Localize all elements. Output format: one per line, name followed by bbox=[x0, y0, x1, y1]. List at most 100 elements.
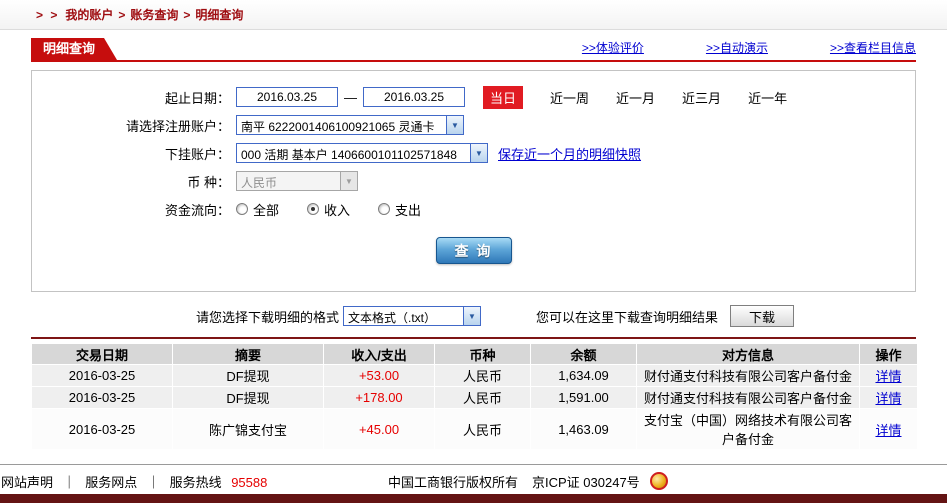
header-summary: 摘要 bbox=[173, 344, 323, 364]
flow-label: 资金流向： bbox=[164, 202, 230, 218]
cell-currency: 人民币 bbox=[462, 391, 502, 406]
breadcrumb-item-detail-query[interactable]: 明细查询 bbox=[195, 6, 243, 23]
cell-currency: 人民币 bbox=[462, 422, 502, 438]
range-month-button[interactable]: 近一月 bbox=[616, 88, 655, 107]
date-separator: — bbox=[344, 89, 357, 105]
security-badge-icon[interactable] bbox=[649, 471, 668, 490]
footer-row: 网站声明 ｜ 服务网点 ｜ 服务热线 95588 中国工商银行版权所有 京ICP… bbox=[0, 465, 947, 494]
link-experience-rating[interactable]: >>体验评价 bbox=[582, 39, 644, 56]
transaction-table: 交易日期 摘要 收入/支出 币种 余额 对方信息 操作 2016-03-25 D… bbox=[31, 343, 918, 450]
sub-account-select[interactable]: 000 活期 基本户 1406600101102571848 ▼ bbox=[236, 143, 488, 163]
chevron-down-icon: ▼ bbox=[340, 172, 357, 190]
chevron-down-icon: ▼ bbox=[470, 144, 487, 162]
download-format-select[interactable]: 文本格式（.txt） ▼ bbox=[343, 306, 482, 326]
header-links: >>体验评价 >>自动演示 >>查看栏目信息 bbox=[582, 39, 916, 60]
cell-summary: DF提现 bbox=[226, 369, 270, 384]
range-year-button[interactable]: 近一年 bbox=[748, 88, 787, 107]
breadcrumb-separator: > bbox=[183, 7, 191, 22]
download-hint: 您可以在这里下载查询明细结果 bbox=[536, 309, 719, 325]
radio-icon bbox=[378, 203, 391, 215]
page: > > 我的账户 > 账务查询 > 明细查询 明细查询 >>体验评价 >>自动演… bbox=[0, 0, 947, 503]
footer-hotline-label: 服务热线 bbox=[169, 475, 222, 490]
cell-transaction-date: 2016-03-25 bbox=[68, 421, 136, 437]
footer: 网站声明 ｜ 服务网点 ｜ 服务热线 95588 中国工商银行版权所有 京ICP… bbox=[0, 464, 947, 503]
chevron-down-icon: ▼ bbox=[463, 307, 481, 325]
footer-bottom-bar bbox=[0, 494, 947, 503]
cell-summary: DF提现 bbox=[226, 391, 270, 406]
cell-counterparty: 支付宝（中国）网络技术有限公司客户备付金 bbox=[643, 413, 852, 447]
breadcrumb-item-account-query[interactable]: 账务查询 bbox=[130, 6, 178, 23]
header-income-expense: 收入/支出 bbox=[324, 344, 434, 364]
range-today-button[interactable]: 当日 bbox=[483, 85, 524, 109]
header-transaction-date: 交易日期 bbox=[32, 344, 172, 364]
date-range-row: 起止日期： — 当日 近一周 近一月 近三月 近一年 bbox=[32, 83, 915, 111]
registered-account-select[interactable]: 南平 6222001406100921065 灵通卡 ▼ bbox=[236, 115, 464, 135]
download-button[interactable]: 下载 bbox=[730, 305, 795, 327]
cell-action: 详情 bbox=[860, 387, 917, 408]
breadcrumb: > > 我的账户 > 账务查询 > 明细查询 bbox=[0, 0, 947, 30]
download-section: 请您选择下载明细的格式 文本格式（.txt） ▼ 您可以在这里下载查询明细结果 … bbox=[31, 304, 916, 328]
query-form: 起止日期： — 当日 近一周 近一月 近三月 近一年 请选择注册账户： 南平 6… bbox=[31, 70, 916, 292]
sub-account-label: 下挂账户： bbox=[164, 146, 230, 162]
save-snapshot-link[interactable]: 保存近一个月的明细快照 bbox=[498, 144, 641, 163]
section-header: 明细查询 >>体验评价 >>自动演示 >>查看栏目信息 bbox=[31, 38, 916, 62]
flow-option-label: 收入 bbox=[324, 202, 351, 218]
header-counterparty: 对方信息 bbox=[637, 344, 859, 364]
cell-amount: +45.00 bbox=[358, 421, 400, 437]
flow-radio-option[interactable]: 全部 bbox=[236, 200, 279, 219]
detail-link[interactable]: 详情 bbox=[875, 423, 901, 438]
footer-separator: ｜ bbox=[62, 475, 76, 490]
detail-link[interactable]: 详情 bbox=[875, 369, 901, 384]
breadcrumb-item-my-account[interactable]: 我的账户 bbox=[65, 6, 113, 23]
footer-copyright: 中国工商银行版权所有 bbox=[388, 475, 519, 490]
cell-currency: 人民币 bbox=[462, 369, 502, 384]
main-content: 明细查询 >>体验评价 >>自动演示 >>查看栏目信息 起止日期： — 当日 近… bbox=[0, 38, 947, 450]
cell-action: 详情 bbox=[860, 409, 917, 449]
detail-link[interactable]: 详情 bbox=[875, 391, 901, 406]
cell-action: 详情 bbox=[860, 365, 917, 386]
download-format-label: 请您选择下载明细的格式 bbox=[196, 309, 340, 325]
currency-value: 人民币 bbox=[241, 176, 278, 190]
query-button[interactable]: 查 询 bbox=[435, 237, 512, 264]
link-view-column-info[interactable]: >>查看栏目信息 bbox=[830, 39, 916, 56]
link-auto-demo[interactable]: >>自动演示 bbox=[706, 39, 768, 56]
table-row: 2016-03-25 陈广锦支付宝 +45.00 人民币 1,463.09 支付… bbox=[32, 409, 917, 449]
tab-label: 明细查询 bbox=[43, 41, 96, 56]
tab-detail-query[interactable]: 明细查询 bbox=[31, 38, 117, 60]
flow-option-label: 支出 bbox=[395, 202, 422, 218]
header-currency: 币种 bbox=[435, 344, 530, 364]
table-divider bbox=[31, 337, 916, 339]
currency-select: 人民币 ▼ bbox=[236, 171, 358, 191]
footer-center: 中国工商银行版权所有 京ICP证 030247号 bbox=[388, 471, 668, 491]
cell-transaction-date: 2016-03-25 bbox=[68, 390, 136, 405]
breadcrumb-separator: > bbox=[118, 7, 126, 22]
cell-counterparty: 财付通支付科技有限公司客户备付金 bbox=[643, 369, 852, 384]
footer-left: 网站声明 ｜ 服务网点 ｜ 服务热线 95588 bbox=[1, 472, 267, 491]
cell-transaction-date: 2016-03-25 bbox=[68, 368, 136, 383]
footer-link-service-outlets[interactable]: 服务网点 bbox=[85, 475, 137, 490]
cell-balance: 1,463.09 bbox=[558, 421, 609, 437]
cell-balance: 1,634.09 bbox=[558, 368, 609, 383]
cell-balance: 1,591.00 bbox=[558, 390, 609, 405]
range-quarter-button[interactable]: 近三月 bbox=[682, 88, 721, 107]
chevron-down-icon: ▼ bbox=[446, 116, 463, 134]
table-body: 2016-03-25 DF提现 +53.00 人民币 1,634.09 财付通支… bbox=[32, 365, 917, 449]
sub-account-row: 下挂账户： 000 活期 基本户 1406600101102571848 ▼ 保… bbox=[32, 139, 915, 167]
radio-icon bbox=[307, 203, 320, 215]
sub-account-value: 000 活期 基本户 1406600101102571848 bbox=[241, 148, 457, 162]
range-week-button[interactable]: 近一周 bbox=[550, 88, 589, 107]
table-header-row: 交易日期 摘要 收入/支出 币种 余额 对方信息 操作 bbox=[32, 344, 917, 364]
date-to-input[interactable] bbox=[363, 87, 465, 107]
breadcrumb-prefix: > > bbox=[36, 7, 60, 22]
table-row: 2016-03-25 DF提现 +53.00 人民币 1,634.09 财付通支… bbox=[32, 365, 917, 386]
table-row: 2016-03-25 DF提现 +178.00 人民币 1,591.00 财付通… bbox=[32, 387, 917, 408]
cell-amount: +178.00 bbox=[355, 390, 403, 405]
date-from-input[interactable] bbox=[236, 87, 338, 107]
header-action: 操作 bbox=[860, 344, 917, 364]
flow-radio-option[interactable]: 支出 bbox=[378, 200, 421, 219]
flow-row: 资金流向： 全部 收入 支出 bbox=[32, 195, 915, 223]
cell-amount: +53.00 bbox=[358, 368, 400, 383]
header-balance: 余额 bbox=[531, 344, 636, 364]
footer-link-site-statement[interactable]: 网站声明 bbox=[1, 475, 53, 490]
flow-radio-option[interactable]: 收入 bbox=[307, 200, 350, 219]
